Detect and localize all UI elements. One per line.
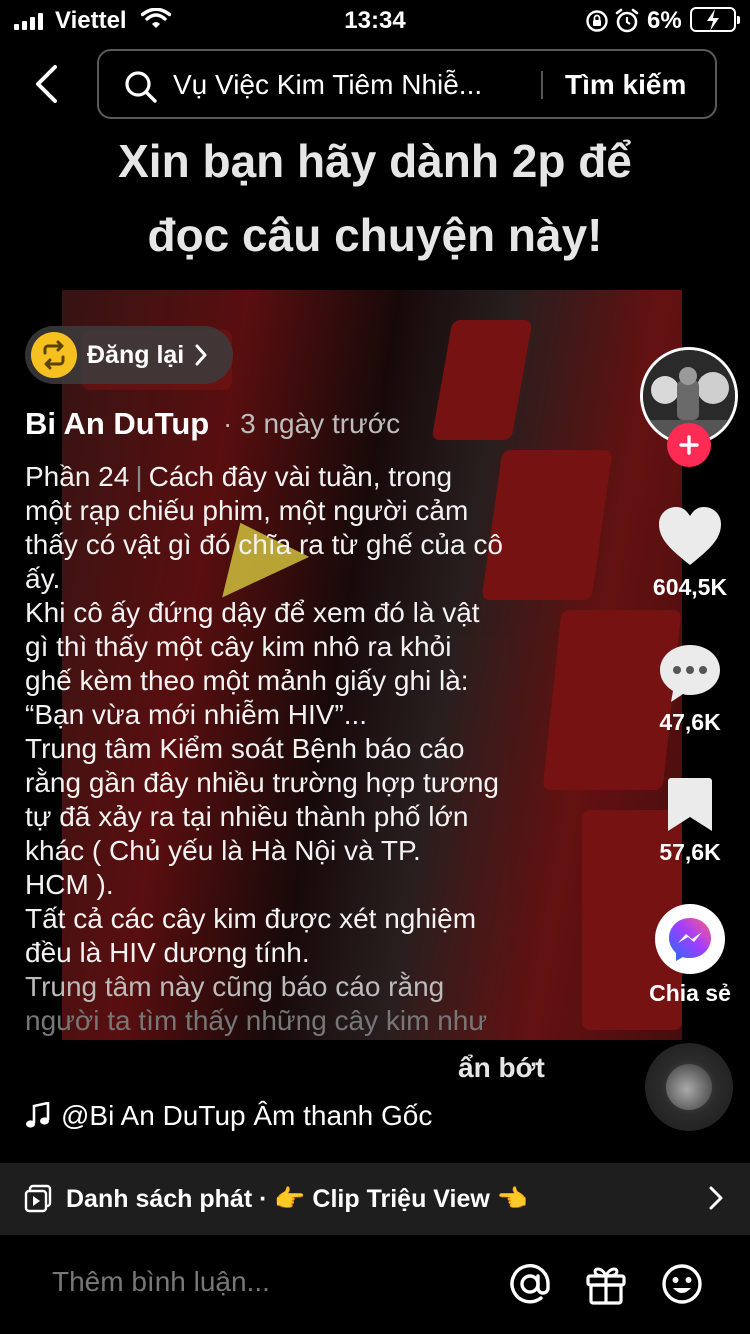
caption-line: rằng gần đây nhiều trường hợp tương	[25, 767, 499, 798]
comment-count: 47,6K	[659, 709, 721, 735]
charging-bolt-icon	[707, 9, 719, 31]
plus-icon	[679, 435, 699, 455]
orientation-lock-icon	[586, 10, 608, 32]
share-button[interactable]: Chia sẻ	[640, 904, 740, 1007]
sound-link[interactable]: @Bi An DuTup Âm thanh Gốc	[25, 1100, 432, 1132]
caption-line: đều là HIV dương tính.	[25, 937, 310, 968]
gift-icon[interactable]	[584, 1262, 628, 1306]
search-button[interactable]: Tìm kiếm	[565, 69, 686, 101]
caption-line: Khi cô ấy đứng dậy để xem đó là vật	[25, 597, 480, 628]
video-headline-line1: Xin bạn hãy dành 2p để	[118, 135, 632, 187]
messenger-icon	[655, 904, 725, 974]
repost-icon	[31, 332, 77, 378]
caption-line: Trung tâm này cũng báo cáo rằng	[25, 971, 445, 1002]
caption-line: gì thì thấy một cây kim nhô ra khỏi	[25, 631, 452, 662]
search-divider	[541, 71, 543, 99]
chevron-right-icon	[709, 1186, 723, 1210]
repost-pill[interactable]: Đăng lại	[25, 326, 233, 384]
part-label: Phần 24	[25, 461, 130, 492]
caption-line: HCM ).	[25, 869, 114, 900]
chevron-left-icon	[36, 65, 57, 103]
caption-line: tự đã xảy ra tại nhiều thành phố lớn	[25, 801, 469, 832]
search-icon	[125, 71, 157, 103]
sound-label: @Bi An DuTup Âm thanh Gốc	[61, 1100, 433, 1131]
battery-icon	[690, 7, 740, 32]
video-headline-line2: đọc câu chuyện này!	[147, 209, 603, 261]
caption-line: ghế kèm theo một mảnh giấy ghi là:	[25, 665, 469, 696]
author-name[interactable]: Bi An DuTup	[25, 406, 209, 442]
playlist-text: Danh sách phát · 👉 Clip Triệu View 👈	[66, 1184, 528, 1213]
post-time: · 3 ngày trước	[223, 408, 401, 439]
caption-line: một rạp chiếu phim, một người cảm	[25, 495, 469, 526]
caption-line: người ta tìm thấy những cây kim như	[25, 1005, 488, 1036]
caption-line: “Bạn vừa mới nhiễm HIV”...	[25, 699, 368, 730]
caption-line: Trung tâm Kiểm soát Bệnh báo cáo	[25, 733, 465, 764]
battery-percentage: 6%	[647, 7, 682, 34]
mention-icon[interactable]	[508, 1262, 552, 1306]
post-caption[interactable]: Phần 24 | Cách đây vài tuần, trong một rạp…	[25, 460, 565, 1038]
caption-line: Phần 24 | Cách đây vài tuần, trong	[25, 461, 453, 492]
comment-bar: Thêm bình luận...	[0, 1236, 750, 1334]
like-count: 604,5K	[652, 574, 728, 600]
playlist-bar[interactable]: Danh sách phát · 👉 Clip Triệu View 👈	[0, 1163, 750, 1235]
save-button[interactable]: 57,6K	[640, 776, 740, 866]
caption-line: Tất cả các cây kim được xét nghiệm	[25, 903, 477, 934]
comment-button[interactable]: 47,6K	[640, 642, 740, 736]
follow-button[interactable]	[667, 423, 711, 467]
sound-disc-cover	[666, 1064, 712, 1110]
caption-line: ấy.	[25, 563, 61, 594]
music-note-icon	[26, 1102, 50, 1128]
comment-input[interactable]: Thêm bình luận...	[52, 1266, 270, 1298]
search-query[interactable]: Vụ Việc Kim Tiêm Nhiễ...	[173, 69, 523, 101]
back-button[interactable]	[26, 62, 66, 106]
bookmark-icon	[668, 778, 712, 831]
sound-disc[interactable]	[645, 1043, 733, 1131]
share-label: Chia sẻ	[649, 980, 731, 1006]
search-bar[interactable]: Vụ Việc Kim Tiêm Nhiễ... Tìm kiếm	[97, 49, 717, 119]
show-less-button[interactable]: ẩn bớt	[458, 1052, 545, 1084]
save-count: 57,6K	[659, 839, 721, 865]
comment-bubble-icon	[660, 645, 720, 702]
chevron-right-icon	[195, 344, 207, 366]
heart-icon	[659, 507, 721, 565]
emoji-icon[interactable]	[660, 1262, 704, 1306]
caption-line: khác ( Chủ yếu là Hà Nội và TP.	[25, 835, 421, 866]
alarm-icon	[615, 8, 639, 33]
repost-label: Đăng lại	[87, 340, 185, 369]
status-bar: Viettel 13:34 6%	[0, 0, 750, 40]
caption-line: thấy có vật gì đó chĩa ra từ ghế của cô	[25, 529, 503, 560]
like-button[interactable]: 604,5K	[640, 505, 740, 601]
playlist-icon	[24, 1184, 52, 1213]
